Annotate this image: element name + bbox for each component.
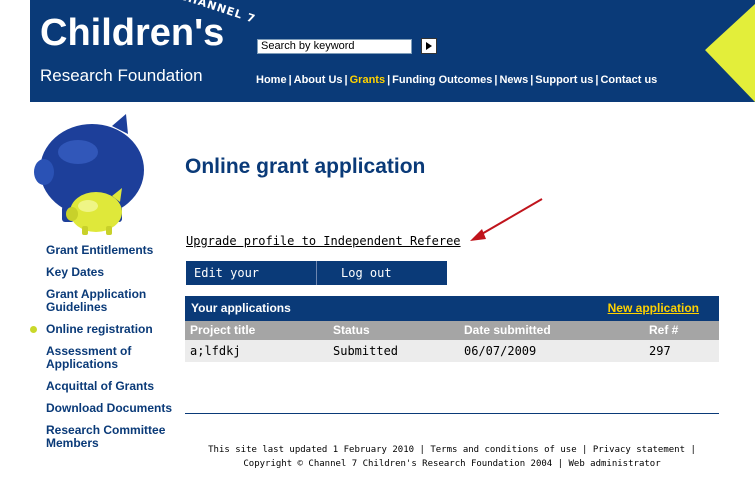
bullet-icon [30,326,37,333]
nav-support-us[interactable]: Support us [535,74,593,86]
sidebar-item-online-registration[interactable]: Online registration [30,323,180,336]
header-decor-shape [675,0,755,102]
red-arrow-icon [470,198,543,241]
edit-details-button[interactable]: Edit your details [186,261,317,304]
nav-news[interactable]: News [499,74,528,86]
sidebar-item-assessment[interactable]: Assessment of Applications [30,345,180,371]
column-header-ref: Ref # [649,323,679,337]
cell-date-submitted: 06/07/2009 [464,344,537,358]
privacy-link[interactable]: Privacy statement [593,445,685,455]
footer-line-2: Copyright © Channel 7 Children's Researc… [243,459,661,469]
applications-header: Your applications New application [185,296,719,321]
sidebar-item-acquittal[interactable]: Acquittal of Grants [30,380,180,393]
site-header: CHANNEL 7 Children's Research Foundation… [30,0,755,102]
top-navigation: Home | About Us | Grants | Funding Outcomes | Ne… [256,74,658,86]
nav-home[interactable]: Home [256,74,287,86]
footer-last-updated: This site last updated 1 February 2010 [208,445,415,455]
sidebar-item-research-committee[interactable]: Research Committee Members [30,424,180,450]
page-title: Online grant application [185,155,426,178]
nav-about-us[interactable]: About Us [294,74,343,86]
sidebar-item-key-dates[interactable]: Key Dates [30,266,180,279]
new-application-link[interactable]: New application [608,301,699,315]
footer-copyright: Copyright © Channel 7 Children's Researc… [243,459,553,469]
sidebar-nav: Grant Entitlements Key Dates Grant Appli… [30,244,180,459]
column-header-project-title: Project title [190,323,256,337]
search-input[interactable]: Search by keyword [257,39,412,54]
cell-status: Submitted [333,344,399,358]
table-row[interactable]: a;lfdkj Submitted 06/07/2009 297 [185,340,719,362]
nav-grants[interactable]: Grants [350,74,385,86]
cell-project-title[interactable]: a;lfdkj [185,340,328,362]
content-divider [185,413,719,414]
nav-contact-us[interactable]: Contact us [600,74,657,86]
applications-title: Your applications [191,301,291,315]
piggy-bank-image [34,114,144,235]
sidebar-item-download-documents[interactable]: Download Documents [30,402,180,415]
column-header-status: Status [333,323,370,337]
logo-subtitle: Research Foundation [40,66,203,85]
terms-link[interactable]: Terms and conditions of use [430,445,576,455]
play-arrow-icon [426,42,432,50]
log-out-button[interactable]: Log out [317,261,447,285]
table-header-row: Project title Status Date submitted Ref … [185,321,719,340]
applications-table: Your applications New application Projec… [185,296,719,362]
site-footer: This site last updated 1 February 2010 |… [185,443,719,471]
search-go-button[interactable] [421,38,437,54]
upgrade-profile-link[interactable]: Upgrade profile to Independent Referee [186,234,461,248]
cell-ref: 297 [649,344,671,358]
logo-title[interactable]: Children's [40,12,224,55]
column-header-date-submitted: Date submitted [464,323,551,337]
footer-line-1: This site last updated 1 February 2010 |… [208,445,696,455]
web-administrator-link[interactable]: Web administrator [569,459,661,469]
nav-funding-outcomes[interactable]: Funding Outcomes [392,74,492,86]
action-button-row: Edit your details Log out [186,261,447,304]
sidebar-item-grant-entitlements[interactable]: Grant Entitlements [30,244,180,257]
sidebar-item-application-guidelines[interactable]: Grant Application Guidelines [30,288,180,314]
